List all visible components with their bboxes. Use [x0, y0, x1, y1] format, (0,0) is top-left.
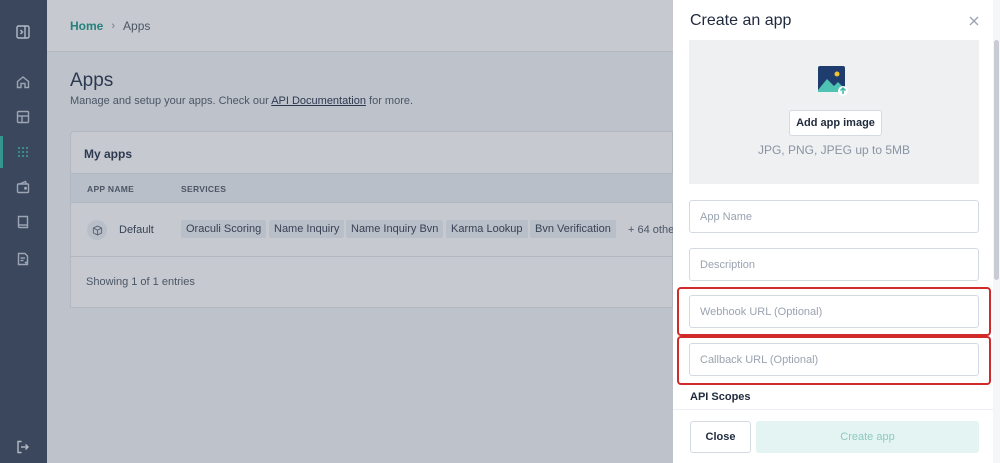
webhook-highlight-box: [677, 287, 991, 336]
scrollbar-thumb[interactable]: [994, 40, 999, 280]
callback-highlight-box: [677, 336, 991, 385]
image-upload-area[interactable]: Add app image JPG, PNG, JPEG up to 5MB: [689, 40, 979, 184]
modal-backdrop[interactable]: [0, 0, 673, 463]
add-app-image-button[interactable]: Add app image: [789, 110, 882, 136]
create-app-button[interactable]: Create app: [756, 421, 979, 453]
app-root: Home › Apps Apps Manage and setup your a…: [0, 0, 1000, 463]
api-scopes-label: API Scopes: [690, 391, 751, 403]
panel-footer: Close Create app: [673, 409, 993, 463]
panel-scrollbar[interactable]: [993, 0, 1000, 463]
upload-hint: JPG, PNG, JPEG up to 5MB: [757, 143, 911, 157]
panel-title: Create an app: [690, 12, 792, 29]
close-icon[interactable]: [967, 14, 981, 28]
close-button[interactable]: Close: [690, 421, 751, 453]
description-field[interactable]: [689, 248, 979, 281]
app-name-input[interactable]: [690, 201, 978, 232]
create-app-panel: Create an app Add app image JPG, PNG, JP…: [673, 0, 1000, 463]
description-input[interactable]: [690, 249, 978, 280]
image-upload-icon: [817, 65, 849, 97]
app-name-field[interactable]: [689, 200, 979, 233]
